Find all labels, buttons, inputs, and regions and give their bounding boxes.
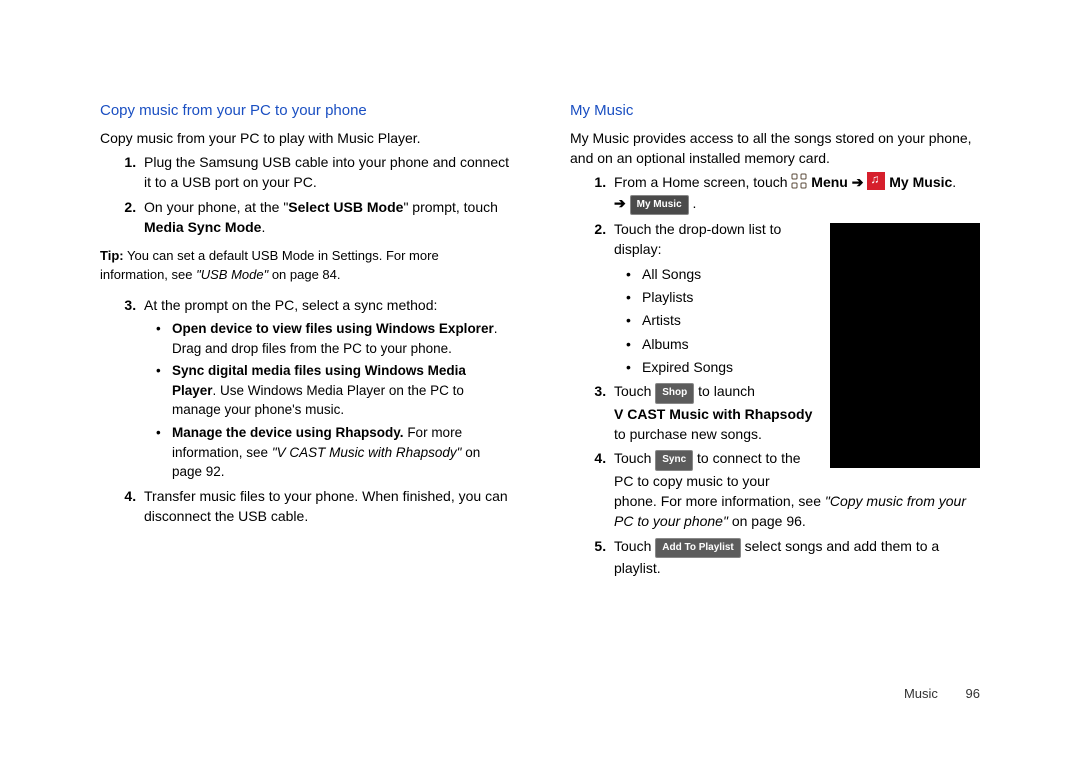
left-step-3: At the prompt on the PC, select a sync m… <box>140 295 510 482</box>
left-step-1-text: Plug the Samsung USB cable into your pho… <box>144 154 509 190</box>
page-footer: Music 96 <box>904 686 980 701</box>
bullet-rhapsody: Manage the device using Rhapsody. For mo… <box>160 423 510 482</box>
left-intro: Copy music from your PC to play with Mus… <box>100 128 510 148</box>
arrow-icon: ➔ <box>852 174 864 190</box>
dd-artists: Artists <box>630 310 980 330</box>
my-music-badge: My Music <box>630 195 689 216</box>
left-heading: Copy music from your PC to your phone <box>100 100 510 122</box>
t: . <box>952 174 956 190</box>
arrow-icon: ➔ <box>614 195 626 211</box>
my-music-label: My Music <box>889 174 952 190</box>
media-sync-mode-label: Media Sync Mode <box>144 219 261 235</box>
right-heading: My Music <box>570 100 980 122</box>
t: Open device to view files using Windows … <box>172 321 494 336</box>
footer-section: Music <box>904 686 938 701</box>
my-music-icon <box>867 172 885 190</box>
bullet-sync-wmp: Sync digital media files using Windows M… <box>160 361 510 420</box>
shop-badge: Shop <box>655 383 694 404</box>
left-step-3-bullets: Open device to view files using Windows … <box>144 319 510 482</box>
right-step-5: Touch Add To Playlist select songs and a… <box>610 536 980 579</box>
left-step-3-text: At the prompt on the PC, select a sync m… <box>144 297 437 313</box>
tip-ref: "USB Mode" <box>196 267 268 282</box>
right-steps: From a Home screen, touch Menu ➔ My Musi… <box>570 172 980 578</box>
t: on page 96. <box>728 513 806 529</box>
bullet-open-device: Open device to view files using Windows … <box>160 319 510 358</box>
apps-grid-icon <box>791 173 807 189</box>
sync-badge: Sync <box>655 450 693 471</box>
add-to-playlist-badge: Add To Playlist <box>655 538 741 559</box>
left-step-4-text: Transfer music files to your phone. When… <box>144 488 508 524</box>
tip-label: Tip: <box>100 248 124 263</box>
left-steps: Plug the Samsung USB cable into your pho… <box>100 152 510 237</box>
tip-text-c: on page 84. <box>268 267 340 282</box>
t: Touch <box>614 450 655 466</box>
right-step-1: From a Home screen, touch Menu ➔ My Musi… <box>610 172 980 215</box>
t: From a Home screen, touch <box>614 174 791 190</box>
left-step-4: Transfer music files to your phone. When… <box>140 486 510 527</box>
dropdown-list: All Songs Playlists Artists Albums Expir… <box>614 264 980 377</box>
right-intro: My Music provides access to all the song… <box>570 128 980 169</box>
dd-expired: Expired Songs <box>630 357 980 377</box>
left-column: Copy music from your PC to your phone Co… <box>100 100 510 583</box>
left-step-1: Plug the Samsung USB cable into your pho… <box>140 152 510 193</box>
page: Copy music from your PC to your phone Co… <box>0 0 1080 623</box>
t: Touch <box>614 538 655 554</box>
rhapsody-ref: "V CAST Music with Rhapsody" <box>272 445 462 460</box>
t: On your phone, at the " <box>144 199 288 215</box>
t: Manage the device using Rhapsody. <box>172 425 404 440</box>
tip-box: Tip: You can set a default USB Mode in S… <box>100 247 510 285</box>
t: to purchase new songs. <box>614 426 762 442</box>
right-column: My Music My Music provides access to all… <box>570 100 980 583</box>
dd-all-songs: All Songs <box>630 264 980 284</box>
right-step-2: Touch the drop-down list to display: All… <box>610 219 980 377</box>
left-step-2: On your phone, at the "Select USB Mode" … <box>140 197 510 238</box>
select-usb-mode-label: Select USB Mode <box>288 199 403 215</box>
right-step-2-text: Touch the drop-down list to display: <box>614 221 781 257</box>
menu-label: Menu <box>811 174 848 190</box>
t: " prompt, touch <box>403 199 497 215</box>
dd-playlists: Playlists <box>630 287 980 307</box>
vcast-label: V CAST Music with Rhapsody <box>614 406 812 422</box>
t: . <box>261 219 265 235</box>
dd-albums: Albums <box>630 334 980 354</box>
footer-page-number: 96 <box>966 686 980 701</box>
t: . Use Windows Media Player on the PC to … <box>172 383 464 418</box>
t: to launch <box>698 383 755 399</box>
t: Touch <box>614 383 655 399</box>
left-steps-cont: At the prompt on the PC, select a sync m… <box>100 295 510 526</box>
